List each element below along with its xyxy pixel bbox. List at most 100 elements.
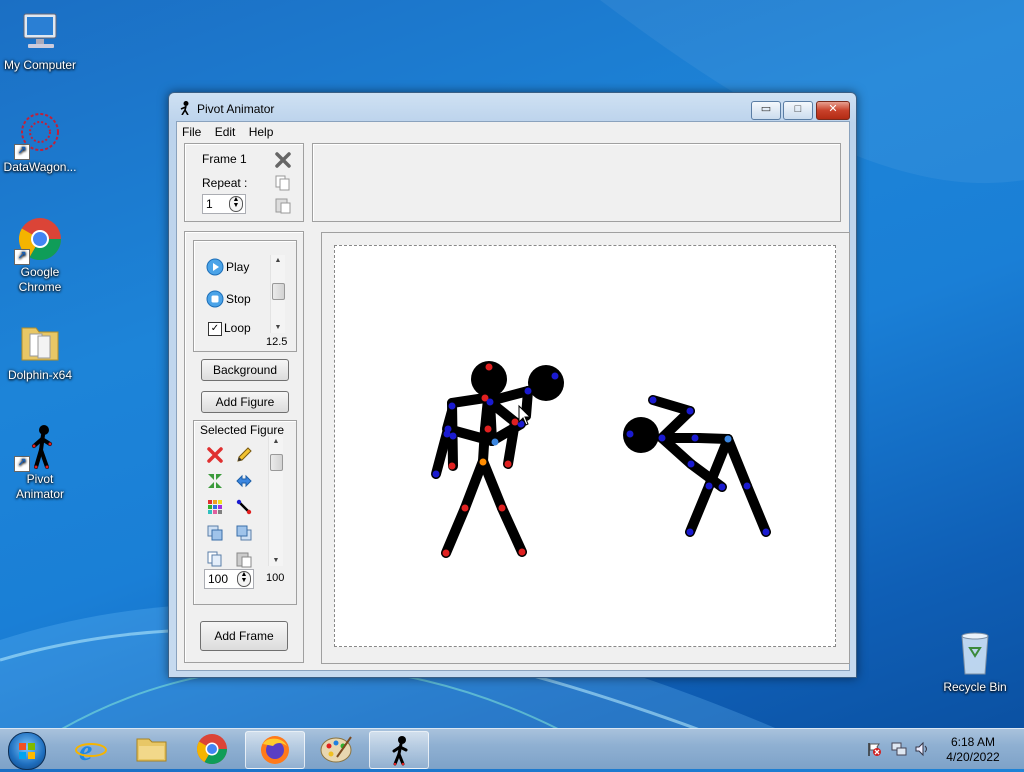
stop-icon[interactable] <box>206 290 224 308</box>
menu-file[interactable]: File <box>177 122 206 142</box>
volume-icon[interactable] <box>914 741 930 757</box>
recycle-bin-icon <box>951 630 999 678</box>
folder-icon <box>136 738 167 762</box>
desktop-icon-label: Google Chrome <box>18 265 62 294</box>
delete-frame-icon[interactable] <box>274 151 292 169</box>
figure1-shin-left <box>441 503 470 558</box>
animation-canvas[interactable] <box>334 245 836 647</box>
figure1-thigh-left <box>460 456 488 513</box>
playback-group: Play Stop ✓ Loop ▲ ▼ 12.5 <box>193 240 297 352</box>
repeat-value: 1 <box>206 197 213 211</box>
minimize-button[interactable]: ▭ <box>751 101 781 120</box>
delete-figure-icon[interactable] <box>206 446 224 464</box>
action-center-flag-icon[interactable] <box>866 741 882 757</box>
stickman-icon: ↗ <box>14 422 64 472</box>
desktop-icon-dolphin[interactable]: Dolphin-x64 <box>0 318 80 383</box>
desktop-icon-label: Dolphin-x64 <box>7 368 73 382</box>
copy-frame-icon[interactable] <box>274 174 292 192</box>
selected-figure-group: Selected Figure ▲ ▼ 100 ▲ ▼ 100 <box>193 420 297 605</box>
background-button[interactable]: Background <box>201 359 289 381</box>
pivot-animator-window: Pivot Animator ▭ □ ✕ File Edit Help Fram… <box>168 92 857 678</box>
spinner-arrows-icon[interactable]: ▲ ▼ <box>229 196 243 212</box>
speed-slider[interactable]: ▲ ▼ <box>270 255 285 333</box>
close-button[interactable]: ✕ <box>816 101 850 120</box>
bring-front-icon[interactable] <box>206 524 224 542</box>
desktop-icon-google-chrome[interactable]: ↗ Google Chrome <box>0 215 80 295</box>
menu-edit[interactable]: Edit <box>210 122 241 142</box>
stop-button[interactable]: Stop <box>226 292 251 306</box>
taskbar-explorer[interactable] <box>122 731 180 767</box>
desktop-icon-pivot-animator[interactable]: ↗ Pivot Animator <box>0 422 80 502</box>
shrink-icon[interactable] <box>206 472 224 490</box>
figure-size-slider-thumb[interactable] <box>270 454 283 471</box>
window-client-area: File Edit Help Frame 1 Repeat : 1 ▲ ▼ Pla… <box>176 121 850 671</box>
taskbar: e 6:18 AM 4/20/2022 <box>0 728 1024 770</box>
frame-panel: Frame 1 Repeat : 1 ▲ ▼ <box>184 143 304 222</box>
flip-icon[interactable] <box>235 472 253 490</box>
taskbar-internet-explorer[interactable]: e <box>62 731 120 767</box>
frame-strip[interactable] <box>312 143 841 222</box>
figure-size-spinner[interactable]: 100 ▲ ▼ <box>204 569 254 589</box>
add-figure-button[interactable]: Add Figure <box>201 391 289 413</box>
taskbar-firefox[interactable] <box>245 731 305 769</box>
paint-palette-icon <box>320 736 352 763</box>
stick-figures <box>431 361 771 558</box>
spinner-arrows-icon[interactable]: ▲ ▼ <box>237 571 251 587</box>
loop-label: Loop <box>224 321 251 335</box>
figure-size-slider[interactable]: ▲ ▼ <box>268 436 283 566</box>
desktop-icon-label: My Computer <box>3 58 77 72</box>
repeat-spinner[interactable]: 1 ▲ ▼ <box>202 194 246 214</box>
title-bar[interactable]: Pivot Animator ▭ □ ✕ <box>169 93 856 121</box>
pencil-icon[interactable] <box>235 446 253 464</box>
copy-figure-icon[interactable] <box>206 550 224 568</box>
frame-label: Frame 1 <box>202 152 247 166</box>
send-back-icon[interactable] <box>235 524 253 542</box>
loop-checkbox[interactable]: ✓ <box>208 322 222 336</box>
color-palette-icon[interactable] <box>206 498 224 516</box>
add-frame-button[interactable]: Add Frame <box>200 621 288 651</box>
figure3-forearm <box>648 395 695 416</box>
shortcut-arrow-icon: ↗ <box>14 144 30 160</box>
chrome-icon <box>196 734 227 765</box>
figure2-head <box>528 365 564 401</box>
menu-help[interactable]: Help <box>244 122 279 142</box>
computer-icon <box>16 8 64 56</box>
speed-value: 12.5 <box>266 336 288 348</box>
windows-logo-icon <box>19 743 35 759</box>
desktop-icon-recycle-bin[interactable]: Recycle Bin <box>935 630 1015 695</box>
figure1-shin-right <box>497 503 527 557</box>
figure3-hip-joint <box>724 435 732 443</box>
figure-scroll-value: 100 <box>266 572 285 584</box>
stickman-icon <box>180 101 189 115</box>
taskbar-pivot-animator[interactable] <box>369 731 429 769</box>
play-icon[interactable] <box>206 258 224 276</box>
svg-text:e: e <box>79 734 92 767</box>
paste-figure-icon[interactable] <box>235 550 253 568</box>
figure2-forearm <box>521 386 533 421</box>
taskbar-chrome[interactable] <box>183 731 241 767</box>
chrome-icon: ↗ <box>14 215 64 265</box>
figure-size-value: 100 <box>208 572 229 586</box>
controls-panel: Play Stop ✓ Loop ▲ ▼ 12.5 Background Add… <box>184 231 304 663</box>
desktop-icon-my-computer[interactable]: My Computer <box>0 8 80 73</box>
datawagon-icon: ↗ <box>14 110 64 160</box>
segment-tool-icon[interactable] <box>235 498 253 516</box>
figure3-shin-right <box>742 481 771 537</box>
paste-frame-icon[interactable] <box>274 196 292 214</box>
stickman-icon <box>392 736 408 766</box>
desktop-icon-datawagon[interactable]: ↗ DataWagon... <box>0 110 80 175</box>
network-icon[interactable] <box>890 741 908 757</box>
desktop-icon-label: Recycle Bin <box>943 680 1007 694</box>
system-clock[interactable]: 6:18 AM 4/20/2022 <box>938 735 1008 765</box>
internet-explorer-icon: e <box>75 734 107 767</box>
speed-slider-thumb[interactable] <box>272 283 285 300</box>
maximize-button[interactable]: □ <box>783 101 813 120</box>
figure1-hip-joint <box>479 458 487 466</box>
start-button[interactable] <box>8 732 46 770</box>
desktop-icon-label: Pivot Animator <box>15 472 65 501</box>
clock-date: 4/20/2022 <box>946 750 1000 764</box>
figure3-thigh-right <box>723 434 752 491</box>
play-button[interactable]: Play <box>226 260 249 274</box>
taskbar-paint[interactable] <box>307 731 365 767</box>
figure2-hip-joint <box>491 438 499 446</box>
